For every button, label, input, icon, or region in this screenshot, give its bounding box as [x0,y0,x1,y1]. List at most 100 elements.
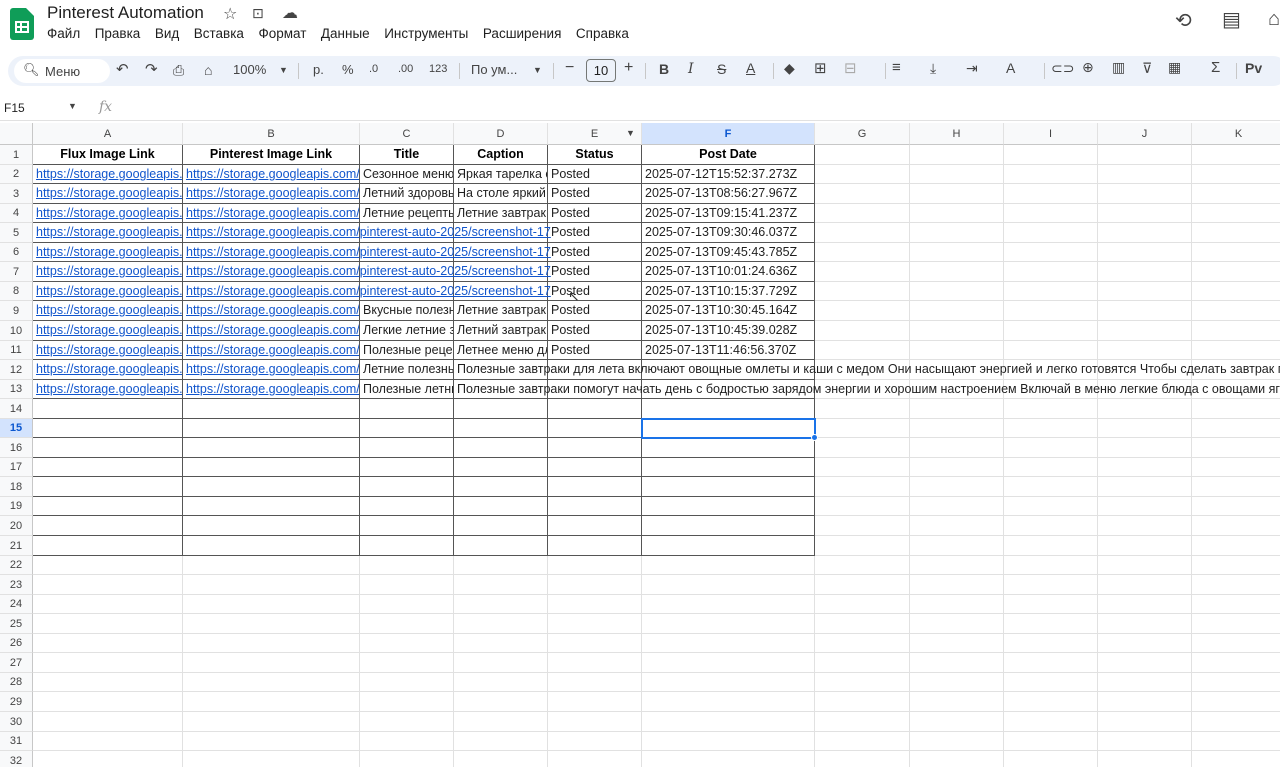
cell-flux-link[interactable]: https://storage.googleapis. [33,301,183,321]
grid-cell[interactable] [548,614,642,634]
grid-cell[interactable] [815,614,910,634]
grid-cell[interactable] [815,653,910,673]
grid-cell[interactable] [1192,145,1280,165]
menu-edit[interactable]: Правка [95,26,141,41]
grid-cell[interactable] [1192,399,1280,419]
grid-cell[interactable] [183,673,360,692]
cell-pinterest-link[interactable]: https://storage.googleapis.com/pinterest… [183,243,551,262]
cell-post-date[interactable]: 2025-07-13T10:45:39.028Z [642,321,815,341]
grid-cell[interactable] [183,556,360,575]
grid-cell[interactable] [1098,282,1192,301]
grid-cell[interactable] [1192,595,1280,614]
grid-cell[interactable] [183,419,360,438]
grid-cell[interactable] [642,419,815,438]
grid-cell[interactable] [1192,262,1280,282]
cell-status[interactable]: Posted [548,223,642,243]
grid-cell[interactable] [1004,184,1098,204]
grid-cell[interactable] [910,614,1004,634]
grid-cell[interactable] [360,575,454,595]
cell-flux-link[interactable]: https://storage.googleapis. [33,223,183,243]
move-folder-icon[interactable]: ⊡ [252,5,264,22]
grid-cell[interactable] [1098,536,1192,556]
grid-cell[interactable] [1004,692,1098,712]
grid-cell[interactable] [910,165,1004,184]
grid-cell[interactable] [33,419,183,438]
grid-cell[interactable] [360,516,454,536]
grid-cell[interactable] [815,673,910,692]
grid-cell[interactable] [183,751,360,767]
cell-flux-link[interactable]: https://storage.googleapis. [33,321,183,341]
grid-cell[interactable] [815,145,910,165]
italic-button[interactable]: I [688,61,694,77]
cell-pinterest-link[interactable]: https://storage.googleapis.com/ [183,204,360,223]
grid-cell[interactable] [1098,145,1192,165]
cell-pinterest-link[interactable]: https://storage.googleapis.com/pinterest… [183,223,551,243]
star-icon[interactable]: ☆ [223,4,237,24]
grid-cell[interactable] [642,556,815,575]
column-header-a[interactable]: A [33,123,183,145]
grid-cell[interactable] [548,399,642,419]
grid-cell[interactable] [1098,419,1192,438]
text-wrapping-icon[interactable]: ⇥ [966,60,978,77]
grid-cell[interactable] [1192,477,1280,497]
grid-cell[interactable] [1098,458,1192,477]
redo-icon[interactable]: ↷ [145,60,158,78]
grid-cell[interactable] [815,732,910,751]
grid-cell[interactable] [910,634,1004,653]
cell-caption[interactable]: Летние завтрак [454,301,548,321]
grid-cell[interactable] [454,438,548,458]
grid-cell[interactable] [910,145,1004,165]
grid-cell[interactable] [1192,243,1280,262]
grid-cell[interactable] [454,692,548,712]
grid-cell[interactable] [642,536,815,556]
column-header-f[interactable]: F [642,123,815,145]
grid-cell[interactable] [183,536,360,556]
grid-cell[interactable] [1192,165,1280,184]
grid-cell[interactable] [815,282,910,301]
grid-cell[interactable] [815,321,910,341]
grid-cell[interactable] [1004,751,1098,767]
grid-cell[interactable] [1098,223,1192,243]
grid-cell[interactable] [183,614,360,634]
row-header-3[interactable]: 3 [0,184,33,204]
grid-cell[interactable] [815,419,910,438]
grid-cell[interactable] [815,477,910,497]
cell-post-date[interactable]: 2025-07-13T10:30:45.164Z [642,301,815,321]
grid-cell[interactable] [548,556,642,575]
grid-cell[interactable] [360,712,454,732]
grid-cell[interactable] [1004,262,1098,282]
row-header-17[interactable]: 17 [0,458,33,477]
row-header-27[interactable]: 27 [0,653,33,673]
row-header-24[interactable]: 24 [0,595,33,614]
grid-cell[interactable] [33,399,183,419]
grid-cell[interactable] [454,751,548,767]
grid-cell[interactable] [454,556,548,575]
grid-cell[interactable] [360,634,454,653]
grid-cell[interactable] [548,419,642,438]
decrease-decimals-button[interactable]: .0 [369,63,378,75]
column-header-h[interactable]: H [910,123,1004,145]
row-header-32[interactable]: 32 [0,751,33,767]
grid-cell[interactable] [183,458,360,477]
grid-cell[interactable] [1098,575,1192,595]
cell-title[interactable]: Легкие летние з [360,321,454,341]
grid-cell[interactable] [1004,321,1098,341]
cell-title[interactable]: Сезонное меню [360,165,454,184]
grid-cell[interactable] [548,516,642,536]
grid-cell[interactable] [548,673,642,692]
row-header-13[interactable]: 13 [0,380,33,399]
grid-cell[interactable] [548,732,642,751]
grid-cell[interactable] [642,653,815,673]
grid-cell[interactable] [815,595,910,614]
grid-cell[interactable] [1004,575,1098,595]
grid-cell[interactable] [1004,438,1098,458]
grid-cell[interactable]: Flux Image Link [33,145,183,165]
grid-cell[interactable] [1098,595,1192,614]
grid-cell[interactable] [33,536,183,556]
grid-cell[interactable] [1192,556,1280,575]
grid-cell[interactable] [1192,653,1280,673]
grid-cell[interactable] [1192,516,1280,536]
grid-cell[interactable] [454,595,548,614]
undo-icon[interactable]: ↶ [116,60,129,78]
menu-extensions[interactable]: Расширения [483,26,562,41]
